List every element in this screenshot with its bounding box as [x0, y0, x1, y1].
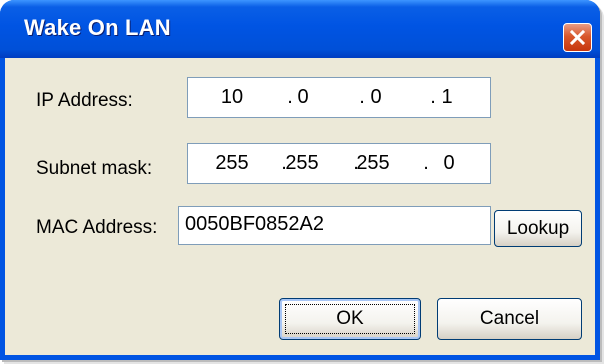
mac-address-input[interactable] — [179, 207, 491, 242]
window-title: Wake On LAN — [24, 15, 171, 40]
ip-octet-3[interactable]: 0 — [351, 86, 401, 109]
ip-octet-4[interactable]: 1 — [422, 86, 472, 109]
close-icon — [569, 29, 586, 46]
subnet-octet-1[interactable]: 255 — [207, 152, 257, 175]
subnet-mask-label: Subnet mask: — [36, 158, 153, 179]
subnet-mask-field[interactable]: 255 . 255 . 255 . 0 — [187, 143, 491, 184]
title-bar[interactable]: Wake On LAN — [0, 0, 600, 58]
focus-indicator — [285, 304, 415, 334]
cancel-button[interactable]: Cancel — [437, 298, 582, 340]
ip-octet-1[interactable]: 10 — [207, 86, 257, 109]
mac-address-field[interactable] — [178, 206, 491, 245]
dialog-body: IP Address: 10 . 0 . 0 . 1 Subnet mask: … — [5, 58, 595, 355]
ok-button[interactable]: OK — [279, 298, 421, 340]
ip-address-label: IP Address: — [36, 90, 133, 111]
wake-on-lan-dialog: Wake On LAN IP Address: 10 . 0 . 0 . 1 S… — [0, 0, 600, 360]
close-button[interactable] — [563, 23, 592, 52]
mac-address-label: MAC Address: — [36, 217, 158, 238]
subnet-octet-4[interactable]: 0 — [424, 152, 474, 175]
lookup-button[interactable]: Lookup — [494, 210, 582, 247]
subnet-octet-3[interactable]: 255 — [348, 152, 398, 175]
ip-octet-2[interactable]: 0 — [278, 86, 328, 109]
ip-address-field[interactable]: 10 . 0 . 0 . 1 — [187, 77, 491, 118]
subnet-octet-2[interactable]: 255 — [277, 152, 327, 175]
